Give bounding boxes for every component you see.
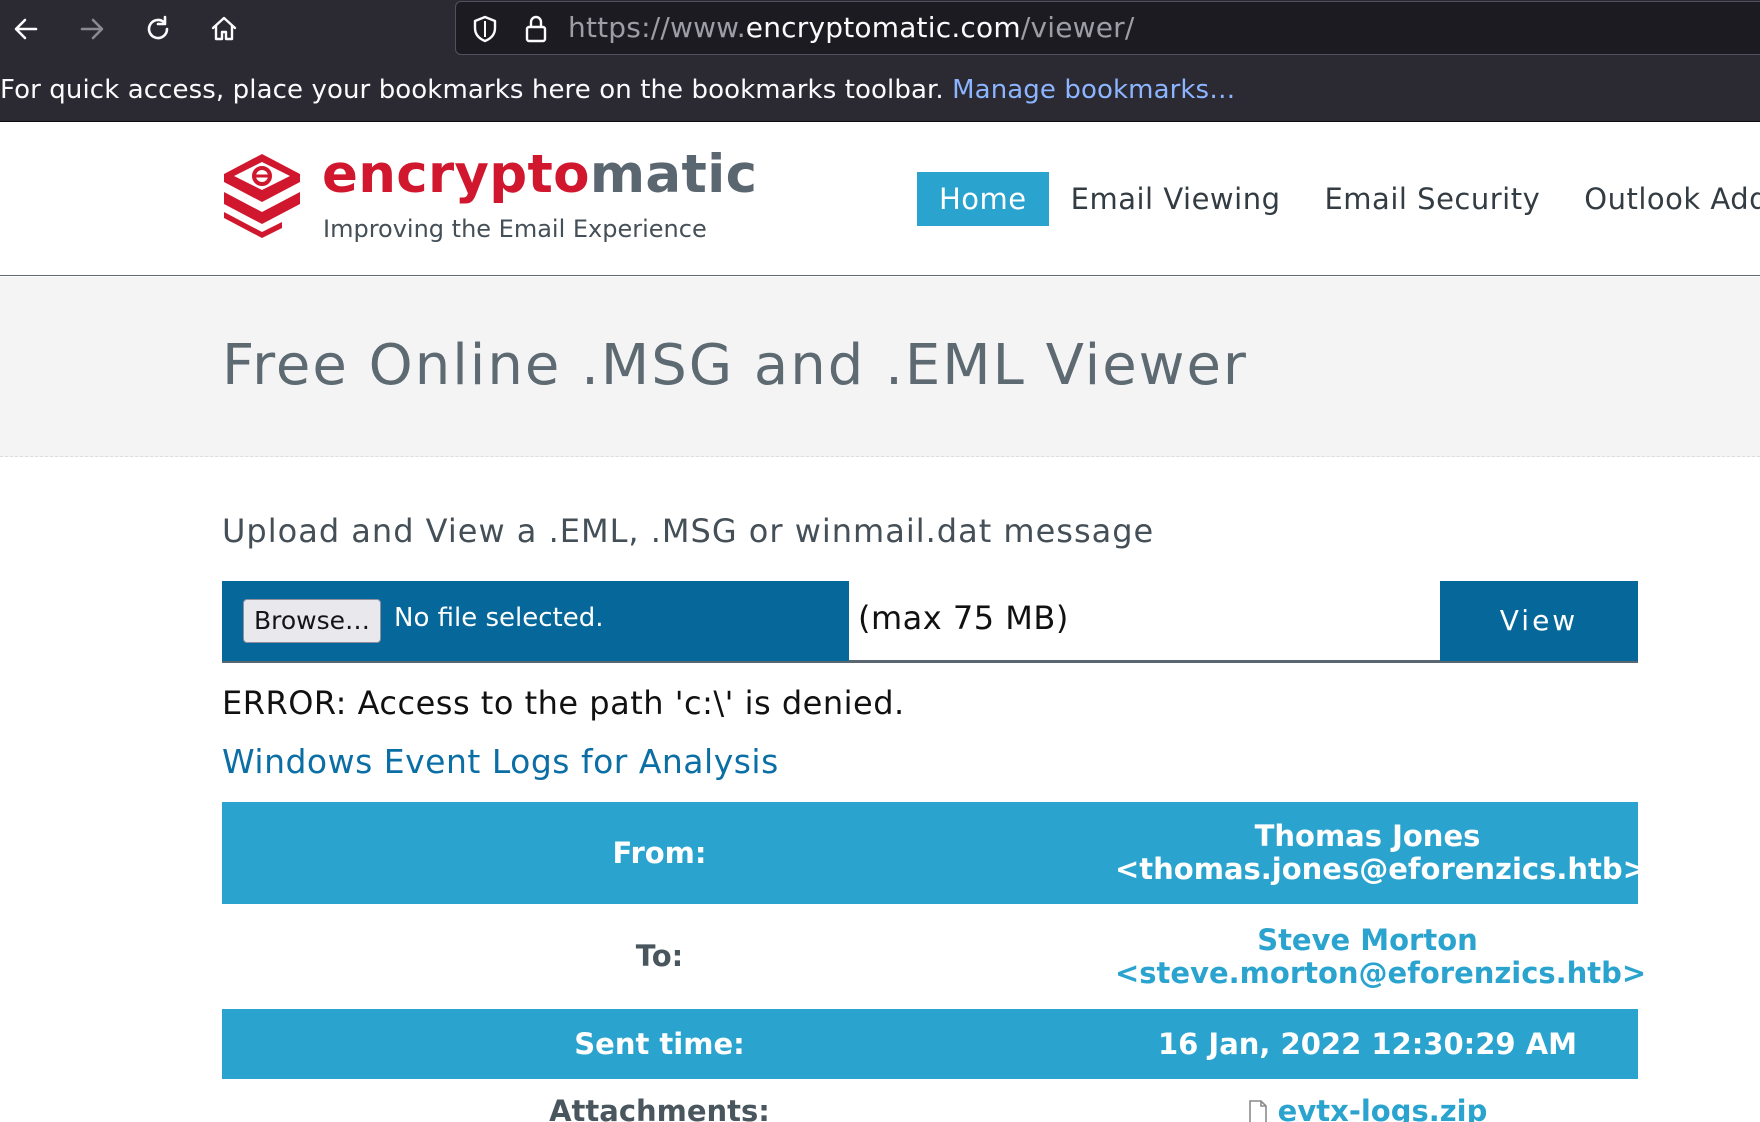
attachment-link[interactable]: evtx-logs.zip [1248, 1094, 1488, 1122]
url-bar[interactable]: https://www.encryptomatic.com/viewer/ [455, 1, 1760, 55]
browser-toolbar: https://www.encryptomatic.com/viewer/ [0, 0, 1760, 60]
file-icon [1248, 1099, 1267, 1122]
back-button[interactable] [4, 7, 48, 51]
forward-arrow-icon [80, 18, 104, 40]
back-arrow-icon [14, 18, 38, 40]
shield-icon[interactable] [470, 14, 500, 44]
table-row-attachments: Attachments: evtx-logs.zip [222, 1079, 1638, 1122]
bookmarks-message: For quick access, place your bookmarks h… [0, 75, 1235, 105]
nav-outlook-addins[interactable]: Outlook Add [1562, 172, 1760, 226]
home-icon [211, 16, 237, 41]
logo-wordmark-gray: matic [589, 144, 758, 205]
from-name: Thomas Jones [1254, 819, 1481, 853]
home-button[interactable] [202, 7, 246, 51]
logo-tagline: Improving the Email Experience [323, 215, 707, 243]
attachment-filename: evtx-logs.zip [1277, 1094, 1488, 1122]
to-label: To: [222, 904, 1097, 1009]
email-header-table: From: Thomas Jones <thomas.jones@eforenzi… [222, 802, 1647, 1122]
attachments-label: Attachments: [222, 1079, 1097, 1122]
nav-home[interactable]: Home [917, 172, 1049, 226]
file-input[interactable]: Browse… No file selected. [222, 581, 849, 661]
url-host: encryptomatic.com [745, 11, 1021, 44]
upload-form: Browse… No file selected. (max 75 MB) Vi… [222, 581, 1638, 663]
upload-heading: Upload and View a .EML, .MSG or winmail.… [222, 512, 1155, 550]
nav-email-security[interactable]: Email Security [1302, 172, 1562, 226]
bookmarks-hint: For quick access, place your bookmarks h… [0, 75, 944, 105]
to-name: Steve Morton [1257, 922, 1478, 957]
url-prefix: https://www. [568, 11, 746, 44]
sent-time-label: Sent time: [222, 1009, 1097, 1079]
to-value: Steve Morton <steve.morton@eforenzics.htb… [1097, 904, 1646, 1009]
url-text[interactable]: https://www.encryptomatic.com/viewer/ [568, 11, 1135, 44]
logo-wordmark[interactable]: encryptomatic [322, 144, 757, 205]
bookmarks-toolbar: For quick access, place your bookmarks h… [0, 60, 1760, 122]
table-row-from: From: Thomas Jones <thomas.jones@eforenzi… [222, 802, 1647, 904]
browse-button[interactable]: Browse… [243, 599, 382, 643]
from-value: Thomas Jones <thomas.jones@eforenzics.htb… [1097, 802, 1647, 904]
to-email: <steve.morton@eforenzics.htb> [1115, 955, 1647, 990]
reload-button[interactable] [136, 7, 180, 51]
table-row-to: To: Steve Morton <steve.morton@eforenzics… [222, 904, 1646, 1009]
table-row-sent-time: Sent time: 16 Jan, 2022 12:30:29 AM [222, 1009, 1638, 1079]
error-message: ERROR: Access to the path 'c:\' is denie… [222, 684, 905, 722]
page-banner: Free Online .MSG and .EML Viewer [0, 277, 1760, 457]
sent-time-value: 16 Jan, 2022 12:30:29 AM [1097, 1009, 1638, 1079]
url-path: /viewer/ [1020, 11, 1135, 44]
email-subject-link[interactable]: Windows Event Logs for Analysis [222, 742, 779, 781]
reload-icon [147, 15, 169, 40]
envelope-logo-icon[interactable] [222, 152, 302, 238]
file-status: No file selected. [394, 603, 604, 633]
max-size-note: (max 75 MB) [858, 599, 1069, 637]
from-label: From: [222, 802, 1097, 904]
from-email: <thomas.jones@eforenzics.htb> [1115, 852, 1647, 886]
page-title: Free Online .MSG and .EML Viewer [222, 333, 1248, 398]
lock-icon[interactable] [521, 13, 551, 45]
site-header: encryptomatic Improving the Email Experi… [0, 122, 1760, 276]
logo-wordmark-red: encrypto [322, 144, 590, 205]
attachments-value: evtx-logs.zip [1097, 1079, 1638, 1122]
main-nav: Home Email Viewing Email Security Outloo… [917, 172, 1760, 226]
manage-bookmarks-link[interactable]: Manage bookmarks… [952, 75, 1235, 105]
nav-email-viewing[interactable]: Email Viewing [1049, 172, 1303, 226]
forward-button[interactable] [70, 7, 114, 51]
view-button[interactable]: View [1440, 581, 1638, 661]
